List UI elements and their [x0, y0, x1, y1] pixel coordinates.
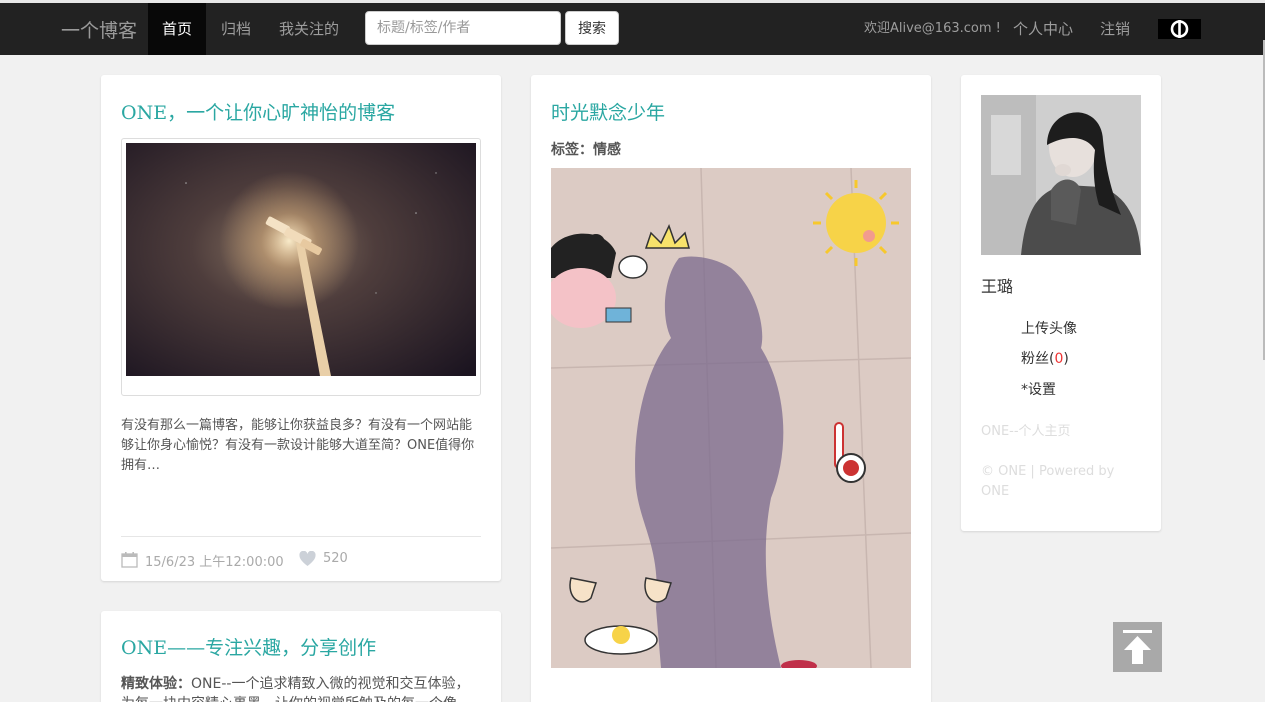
search-input[interactable] — [365, 11, 561, 45]
logout-link[interactable]: 注销 — [1100, 3, 1130, 55]
street-lamp-photo — [126, 143, 476, 376]
shadow-photo[interactable] — [551, 168, 911, 668]
power-toggle-icon[interactable] — [1158, 19, 1201, 39]
post-thumbnail[interactable] — [121, 138, 481, 396]
excerpt-label: 精致体验： — [121, 676, 191, 692]
fans-label: 粉丝( — [1021, 351, 1055, 367]
post-card: ONE——专注兴趣，分享创作 精致体验：ONE--一个追求精致入微的视觉和交互体… — [101, 611, 501, 702]
upload-avatar-link[interactable]: 上传头像 — [1021, 318, 1077, 338]
footer-text: © ONE | Powered by ONE — [981, 464, 1115, 499]
fans-link[interactable]: 粉丝(0) — [1021, 348, 1069, 368]
nav-home[interactable]: 首页 — [148, 3, 207, 55]
back-to-top-button[interactable] — [1113, 622, 1162, 672]
top-navbar: 一个博客 首页 归档 我关注的 搜索 欢迎Alive@163.com ! 个人中… — [0, 0, 1265, 55]
post-tag: 标签：情感 — [551, 139, 621, 159]
fans-close: ) — [1063, 351, 1069, 367]
post-title[interactable]: 时光默念少年 — [551, 98, 665, 125]
post-card: ONE，一个让你心旷神怡的博客 有没有那么一篇博客，能够让你获益良多？有没有一个… — [101, 75, 501, 581]
post-card: 时光默念少年 标签：情感 — [531, 75, 931, 702]
like-count: 520 — [323, 551, 348, 566]
brand-logo[interactable]: 一个博客 — [61, 16, 137, 43]
home-link[interactable]: ONE--个人主页 — [981, 422, 1071, 442]
profile-center-link[interactable]: 个人中心 — [1013, 3, 1073, 55]
post-date: 15/6/23 上午12:00:00 — [145, 555, 284, 570]
nav-archive[interactable]: 归档 — [207, 3, 265, 55]
nav-following[interactable]: 我关注的 — [265, 3, 353, 55]
divider — [121, 536, 481, 537]
tag-value[interactable]: 情感 — [593, 142, 621, 158]
profile-name: 王璐 — [981, 277, 1014, 296]
avatar[interactable] — [981, 95, 1141, 255]
post-excerpt: 精致体验：ONE--一个追求精致入微的视觉和交互体验，为每一块内容精心裹黑，让你… — [121, 674, 481, 702]
settings-link[interactable]: *设置 — [1021, 379, 1056, 399]
welcome-text: 欢迎Alive@163.com ! — [864, 21, 1001, 36]
arrow-up-icon — [1123, 630, 1152, 664]
tag-label: 标签： — [551, 142, 593, 158]
post-excerpt: 有没有那么一篇博客，能够让你获益良多？有没有一个网站能够让你身心愉悦？有没有一款… — [121, 418, 475, 473]
heart-icon[interactable] — [299, 550, 316, 571]
calendar-icon — [121, 551, 138, 572]
search-button[interactable]: 搜索 — [565, 11, 619, 45]
post-title[interactable]: ONE，一个让你心旷神怡的博客 — [121, 98, 395, 125]
post-title[interactable]: ONE——专注兴趣，分享创作 — [121, 633, 376, 660]
